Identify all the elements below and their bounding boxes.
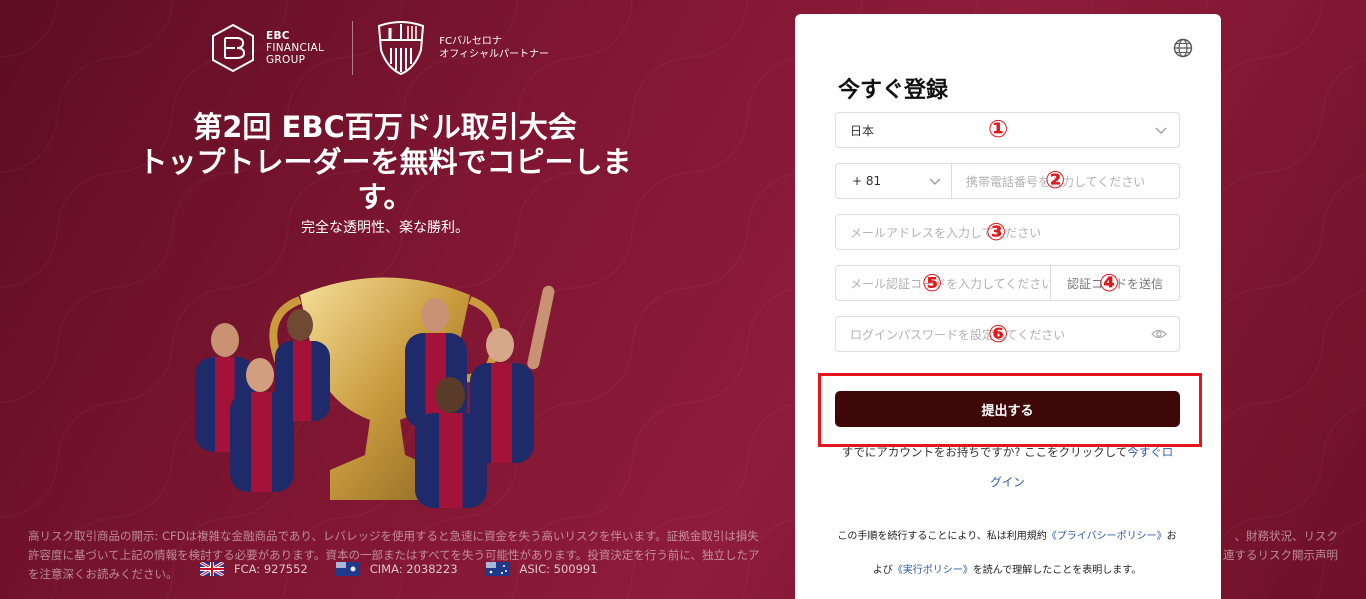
password-placeholder: ログインパスワードを設定してください — [850, 327, 1066, 342]
fcb-logo: FCバルセロナ オフィシャルパートナー — [375, 20, 549, 76]
annotation-marker-4: ④ — [1099, 269, 1120, 297]
ebc-emblem-icon — [212, 23, 254, 73]
regulator-fca: FCA: 927552 — [200, 562, 308, 576]
login-link-continued[interactable]: グイン — [835, 474, 1180, 490]
australia-flag-icon — [485, 562, 510, 576]
eye-icon[interactable] — [1151, 328, 1167, 340]
chevron-down-icon — [929, 178, 941, 185]
hero-subtitle: 完全な透明性、楽な勝利。 — [301, 220, 469, 236]
terms-line-1: この手順を続行することにより、私は利用規約《プライバシーポリシー》お — [827, 520, 1187, 554]
regulator-list: FCA: 927552 CIMA: 2038223 ASIC: 500991 — [200, 562, 598, 576]
chevron-down-icon — [1155, 127, 1167, 134]
terms-part-4: を読んで理解したことを表明します。 — [972, 565, 1142, 576]
ebc-line-3: GROUP — [266, 54, 306, 66]
terms-line-2: よび《実行ポリシー》を読んで理解したことを表明します。 — [827, 554, 1187, 588]
regulator-fca-label: FCA: 927552 — [234, 562, 308, 576]
register-title: 今すぐ登録 — [838, 78, 949, 103]
fcb-partner-text: FCバルセロナ オフィシャルパートナー — [439, 35, 549, 61]
annotation-marker-6: ⑥ — [988, 320, 1009, 348]
fcb-line-2: オフィシャルパートナー — [439, 49, 550, 60]
registration-panel: 今すぐ登録 日本 + 81 携帯電話番号を入力してください メールアドレスを入力… — [795, 14, 1221, 599]
email-input[interactable]: メールアドレスを入力してください — [835, 214, 1180, 250]
annotation-marker-5: ⑤ — [922, 269, 943, 297]
ebc-logo[interactable]: EBC FINANCIAL GROUP — [208, 23, 324, 73]
annotation-marker-1: ① — [988, 115, 1009, 143]
hero-image — [195, 277, 555, 508]
ebc-wordmark: EBC FINANCIAL GROUP — [266, 30, 324, 66]
terms-part-1: この手順を続行することにより、私は利用規約 — [837, 531, 1047, 542]
disclaimer-right-2: 連するリスク開示声明 — [1223, 548, 1338, 562]
phone-prefix-select[interactable]: + 81 — [836, 164, 952, 198]
phone-field-group: + 81 携帯電話番号を入力してください — [835, 163, 1180, 199]
verification-code-input[interactable]: メール認証コードを入力してください — [836, 266, 1051, 300]
logo-divider — [352, 21, 354, 75]
disclaimer-text-1: 高リスク取引商品の開示: CFDは複雑な金融商品であり、レバレッジを使用すると急… — [28, 529, 759, 543]
country-value: 日本 — [850, 123, 875, 138]
cayman-flag-icon — [335, 562, 360, 576]
phone-prefix-value: + 81 — [852, 174, 882, 188]
terms-text: この手順を続行することにより、私は利用規約《プライバシーポリシー》お よび《実行… — [827, 520, 1187, 588]
fcb-crest-icon — [378, 21, 425, 76]
regulator-asic: ASIC: 500991 — [485, 562, 598, 576]
regulator-asic-label: ASIC: 500991 — [519, 562, 598, 576]
have-account-label: すでにアカウントをお持ちですか? ここをクリックして — [841, 445, 1128, 459]
language-globe-icon[interactable] — [1173, 38, 1193, 58]
partner-logos: EBC FINANCIAL GROUP FCバルセロナ オフィシャルパートナー — [208, 20, 549, 76]
annotation-marker-3: ③ — [986, 218, 1007, 246]
regulator-cima-label: CIMA: 2038223 — [369, 562, 458, 576]
ebc-line-2: FINANCIAL — [266, 42, 325, 54]
hero-title-line-1: 第2回 EBC百万ドル取引大会 — [193, 110, 577, 144]
disclaimer-right-1: 、財務状況、リスク — [1234, 529, 1339, 543]
submit-highlight-box — [818, 373, 1202, 447]
terms-part-3: よび — [872, 565, 893, 576]
email-placeholder: メールアドレスを入力してください — [850, 225, 1042, 240]
hero-headline: 第2回 EBC百万ドル取引大会 トップトレーダーを無料でコピーしま す。 完全な… — [100, 110, 670, 237]
ebc-line-1: EBC — [266, 30, 290, 42]
hero-title-line-2: トップトレーダーを無料でコピーしま — [138, 145, 632, 179]
privacy-policy-link[interactable]: 《プライバシーポリシー》 — [1047, 531, 1167, 542]
uk-flag-icon — [200, 562, 224, 576]
fcb-line-1: FCバルセロナ — [439, 36, 502, 47]
code-placeholder: メール認証コードを入力してください — [850, 276, 1050, 291]
hero-title-line-3: す。 — [357, 180, 413, 214]
login-link[interactable]: 今すぐロ — [1127, 445, 1173, 459]
execution-policy-link[interactable]: 《実行ポリシー》 — [893, 565, 973, 576]
regulator-cima: CIMA: 2038223 — [335, 562, 458, 576]
annotation-marker-2: ② — [1045, 166, 1066, 194]
hero-title: 第2回 EBC百万ドル取引大会 トップトレーダーを無料でコピーしま す。 — [100, 110, 670, 215]
code-field-group: メール認証コードを入力してください 認証コードを送信 — [835, 265, 1180, 301]
terms-part-2: お — [1166, 531, 1177, 542]
